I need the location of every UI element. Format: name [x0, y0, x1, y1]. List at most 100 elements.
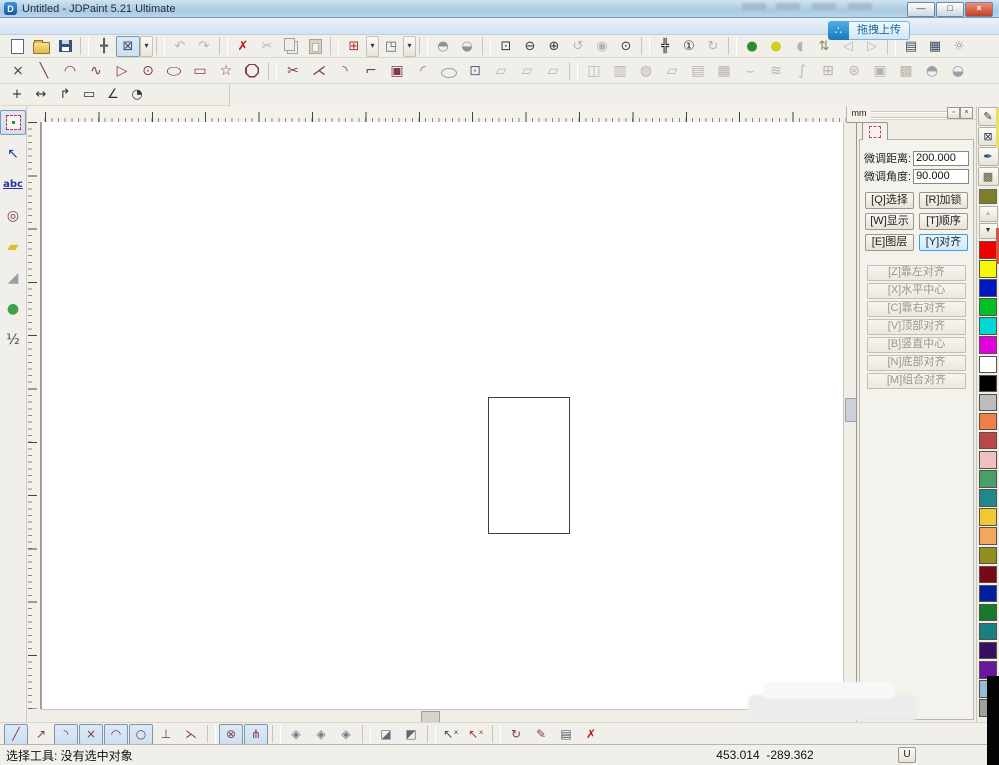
- plane-xy-button[interactable]: ◈: [284, 724, 308, 745]
- pen-verify-button[interactable]: ✎: [529, 724, 553, 745]
- current-color-swatch[interactable]: [979, 189, 997, 204]
- draw-circle[interactable]: ⊙: [135, 59, 161, 82]
- text-tool[interactable]: abc: [0, 172, 26, 197]
- dim-step[interactable]: ↱: [53, 84, 77, 105]
- select-mode-dropdown[interactable]: ▾: [140, 36, 153, 57]
- paste-button[interactable]: [303, 36, 327, 57]
- oval-tool[interactable]: [436, 59, 462, 82]
- plane-xz-button[interactable]: ◈: [309, 724, 333, 745]
- redo-button[interactable]: ↷: [192, 36, 216, 57]
- dim-rect[interactable]: ▭: [77, 84, 101, 105]
- zoom-object-button[interactable]: ⊙: [614, 36, 638, 57]
- plane-yz-button[interactable]: ◈: [334, 724, 358, 745]
- swatch-gold[interactable]: [979, 508, 997, 526]
- snap-endpoint[interactable]: ╱: [4, 724, 28, 745]
- swatch-teal-dark[interactable]: [979, 623, 997, 641]
- select-tool[interactable]: [0, 110, 26, 135]
- swatch-navy[interactable]: [979, 585, 997, 603]
- draw-star[interactable]: ☆: [213, 59, 239, 82]
- stack-sheets[interactable]: ▤: [685, 59, 711, 82]
- swatch-peach[interactable]: [979, 527, 997, 545]
- fillet-band[interactable]: ◜: [410, 59, 436, 82]
- view-cube-dropdown[interactable]: ▾: [403, 36, 416, 57]
- nested-offset[interactable]: ⊡: [462, 59, 488, 82]
- drag-upload-badge[interactable]: ∴ 拖拽上传: [828, 21, 910, 40]
- palette-scroll-up-button[interactable]: ▲: [979, 206, 998, 222]
- work-plane-button[interactable]: ⊞: [342, 36, 366, 57]
- swatch-maroon[interactable]: [979, 566, 997, 584]
- order-t-button[interactable]: [T]顺序: [919, 213, 968, 230]
- dim-radius[interactable]: ◔: [125, 84, 149, 105]
- relief-preview-button[interactable]: ◓: [431, 36, 455, 57]
- maximize-button[interactable]: □: [936, 2, 964, 17]
- close-button[interactable]: ×: [965, 2, 993, 17]
- swatch-teal[interactable]: [979, 489, 997, 507]
- dim-angle[interactable]: ∠: [101, 84, 125, 105]
- relief-dome-b[interactable]: ◒: [945, 59, 971, 82]
- horizontal-scrollbar[interactable]: [41, 709, 843, 723]
- cancel-all-button[interactable]: ✗: [579, 724, 603, 745]
- draw-ellipse[interactable]: ◯: [161, 59, 187, 82]
- snap-grid[interactable]: ⊗: [219, 724, 243, 745]
- array-copy[interactable]: ▱: [488, 59, 514, 82]
- unit-toggle-button[interactable]: U: [898, 747, 916, 763]
- move-anchor-button[interactable]: ╋: [92, 36, 116, 57]
- swatch-white[interactable]: [979, 356, 997, 374]
- lock-r-button[interactable]: [R]加锁: [919, 192, 968, 209]
- swatch-black[interactable]: [979, 375, 997, 393]
- group-pattern[interactable]: ▩: [893, 59, 919, 82]
- sculpt-path[interactable]: ∫: [789, 59, 815, 82]
- panel-restore-button[interactable]: ▫: [947, 107, 960, 119]
- title-bar[interactable]: D Untitled - JDPaint 5.21 Ultimate — □ ×: [0, 0, 999, 18]
- surface-project-b[interactable]: ◩: [399, 724, 423, 745]
- vertical-scrollbar[interactable]: [843, 122, 857, 709]
- draw-line[interactable]: ╲: [31, 59, 57, 82]
- trim-cut[interactable]: ✂: [280, 59, 306, 82]
- mirror-copy[interactable]: ▱: [514, 59, 540, 82]
- texture-wave[interactable]: ≋: [763, 59, 789, 82]
- surface-project-a[interactable]: ◪: [374, 724, 398, 745]
- pick-filter-button[interactable]: ↖ˣ: [439, 724, 463, 745]
- snap-perpendicular[interactable]: ⊥: [154, 724, 178, 745]
- shear-shape[interactable]: ▱: [659, 59, 685, 82]
- align-top-button[interactable]: [V]顶部对齐: [867, 319, 966, 335]
- swatch-brick[interactable]: [979, 432, 997, 450]
- relief-shade-button[interactable]: ◒: [455, 36, 479, 57]
- draw-point[interactable]: ×: [5, 59, 31, 82]
- relief-dome-a[interactable]: ◓: [919, 59, 945, 82]
- new-file-button[interactable]: [5, 36, 29, 57]
- draw-rectangle[interactable]: ▭: [187, 59, 213, 82]
- align-bottom-button[interactable]: [N]底部对齐: [867, 355, 966, 371]
- zoom-in-button[interactable]: ⊕: [542, 36, 566, 57]
- open-file-button[interactable]: [29, 36, 53, 57]
- swatch-red[interactable]: [979, 241, 997, 259]
- redraw-button[interactable]: ↻: [701, 36, 725, 57]
- palette-pattern-tool[interactable]: ▩: [978, 167, 999, 186]
- trim-extend[interactable]: ⋌: [306, 59, 332, 82]
- work-plane-dropdown[interactable]: ▾: [366, 36, 379, 57]
- swatch-olive[interactable]: [979, 547, 997, 565]
- pattern-array[interactable]: ⊛: [841, 59, 867, 82]
- split-columns[interactable]: ▥: [607, 59, 633, 82]
- brush-tool[interactable]: ◢: [0, 265, 26, 290]
- zoom-actual-button[interactable]: ①: [677, 36, 701, 57]
- align-hcenter-button[interactable]: [X]水平中心: [867, 283, 966, 299]
- draw-curve[interactable]: ∿: [83, 59, 109, 82]
- light-off-button[interactable]: ●: [764, 36, 788, 57]
- align-right-button[interactable]: [C]靠右对齐: [867, 301, 966, 317]
- swatch-forest[interactable]: [979, 604, 997, 622]
- minimize-button[interactable]: —: [907, 2, 935, 17]
- snap-corner[interactable]: ◝: [54, 724, 78, 745]
- measure-tool[interactable]: ½: [0, 327, 26, 352]
- dim-point[interactable]: +: [5, 84, 29, 105]
- spline-handles[interactable]: ⌣: [737, 59, 763, 82]
- swatch-yellow[interactable]: [979, 260, 997, 278]
- snap-center[interactable]: ○: [129, 724, 153, 745]
- rotate-copy[interactable]: ▱: [540, 59, 566, 82]
- combine-shapes[interactable]: ◫: [581, 59, 607, 82]
- dim-linear[interactable]: ↔: [29, 84, 53, 105]
- preview-eye-button[interactable]: ◉: [590, 36, 614, 57]
- drawn-rectangle[interactable]: [488, 397, 570, 534]
- clay-tool[interactable]: ●: [0, 296, 26, 321]
- snap-nearest[interactable]: ↗: [29, 724, 53, 745]
